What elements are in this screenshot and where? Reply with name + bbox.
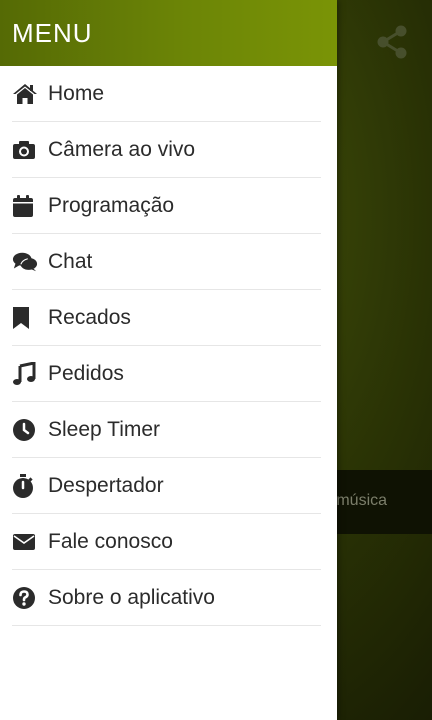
- menu-item-pedidos[interactable]: Pedidos: [12, 346, 321, 402]
- menu-item-label: Home: [48, 81, 105, 105]
- bookmark-icon: [12, 305, 38, 331]
- camera-icon: [12, 137, 38, 163]
- menu-item-home[interactable]: Home: [12, 66, 321, 122]
- envelope-icon: [12, 529, 38, 555]
- menu-item-label: Recados: [48, 305, 131, 329]
- share-button[interactable]: [372, 22, 412, 62]
- menu-item-recados[interactable]: Recados: [12, 290, 321, 346]
- menu-item-label: Câmera ao vivo: [48, 137, 196, 161]
- chat-bubbles-icon: [12, 249, 38, 275]
- menu-item-label: Sobre o aplicativo: [48, 585, 215, 609]
- menu-item-label: Chat: [48, 249, 93, 273]
- menu-item-label: Pedidos: [48, 361, 124, 385]
- menu-item-label: Despertador: [48, 473, 164, 497]
- menu-item-sobre[interactable]: Sobre o aplicativo: [12, 570, 321, 626]
- home-icon: [12, 81, 38, 107]
- menu-item-programacao[interactable]: Programação: [12, 178, 321, 234]
- menu-list: Home Câmera ao vivo Programação Chat Rec…: [0, 66, 337, 626]
- share-icon: [377, 25, 407, 59]
- menu-item-label: Fale conosco: [48, 529, 173, 553]
- menu-item-label: Sleep Timer: [48, 417, 161, 441]
- menu-item-label: Programação: [48, 193, 175, 217]
- clock-icon: [12, 417, 38, 443]
- menu-item-sleep-timer[interactable]: Sleep Timer: [12, 402, 321, 458]
- menu-item-camera[interactable]: Câmera ao vivo: [12, 122, 321, 178]
- question-circle-icon: [12, 585, 38, 611]
- music-note-icon: [12, 361, 38, 387]
- menu-item-despertador[interactable]: Despertador: [12, 458, 321, 514]
- calendar-icon: [12, 193, 38, 219]
- menu-item-fale-conosco[interactable]: Fale conosco: [12, 514, 321, 570]
- menu-item-chat[interactable]: Chat: [12, 234, 321, 290]
- drawer-title: MENU: [12, 17, 93, 48]
- drawer-header: MENU: [0, 0, 337, 66]
- navigation-drawer: MENU Home Câmera ao vivo Programação Cha…: [0, 0, 337, 720]
- stopwatch-icon: [12, 473, 38, 499]
